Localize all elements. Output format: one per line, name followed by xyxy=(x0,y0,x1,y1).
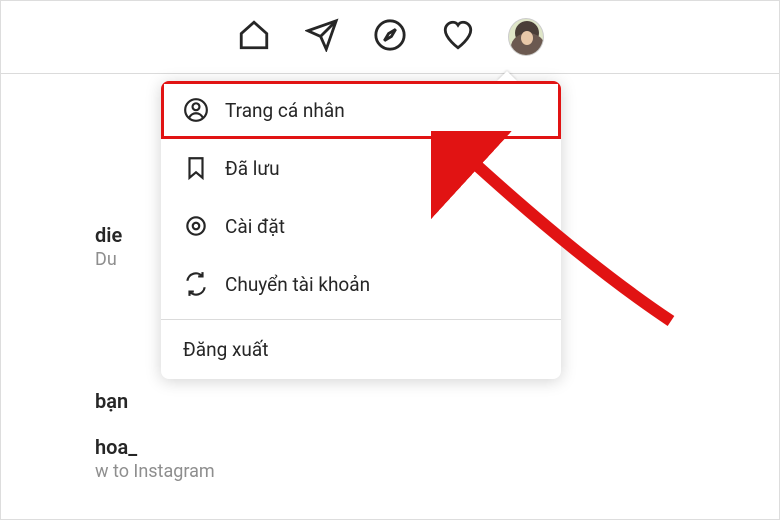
menu-label-saved: Đã lưu xyxy=(225,157,280,180)
menu-item-logout[interactable]: Đăng xuất xyxy=(161,320,561,379)
gear-icon xyxy=(183,213,209,239)
send-icon xyxy=(305,18,339,56)
bg-subtext-1: Du xyxy=(95,249,117,270)
menu-label-logout: Đăng xuất xyxy=(183,338,268,361)
bookmark-icon xyxy=(183,155,209,181)
bg-username-2: hoa_ xyxy=(95,435,137,459)
nav-home[interactable] xyxy=(236,19,272,55)
nav-profile-avatar[interactable] xyxy=(508,19,544,55)
menu-item-saved[interactable]: Đã lưu xyxy=(161,139,561,197)
profile-icon xyxy=(183,97,209,123)
menu-item-profile[interactable]: Trang cá nhân xyxy=(161,81,561,139)
nav-explore[interactable] xyxy=(372,19,408,55)
menu-label-settings: Cài đặt xyxy=(225,215,285,238)
heart-icon xyxy=(441,18,475,56)
nav-direct[interactable] xyxy=(304,19,340,55)
switch-icon xyxy=(183,271,209,297)
menu-caret xyxy=(497,71,517,81)
home-icon xyxy=(237,18,271,56)
bg-text-2: bạn xyxy=(95,389,128,413)
compass-icon xyxy=(373,18,407,56)
top-nav xyxy=(1,19,779,74)
menu-label-profile: Trang cá nhân xyxy=(225,99,345,122)
menu-item-switch-account[interactable]: Chuyển tài khoản xyxy=(161,255,561,313)
bg-subtext-2: w to Instagram xyxy=(95,461,215,482)
bg-username-1: die xyxy=(95,223,122,247)
nav-activity[interactable] xyxy=(440,19,476,55)
menu-item-settings[interactable]: Cài đặt xyxy=(161,197,561,255)
profile-dropdown: Trang cá nhân Đã lưu Cài đặt Chuyển tài … xyxy=(161,81,561,379)
menu-label-switch: Chuyển tài khoản xyxy=(225,273,370,296)
avatar xyxy=(508,18,544,56)
